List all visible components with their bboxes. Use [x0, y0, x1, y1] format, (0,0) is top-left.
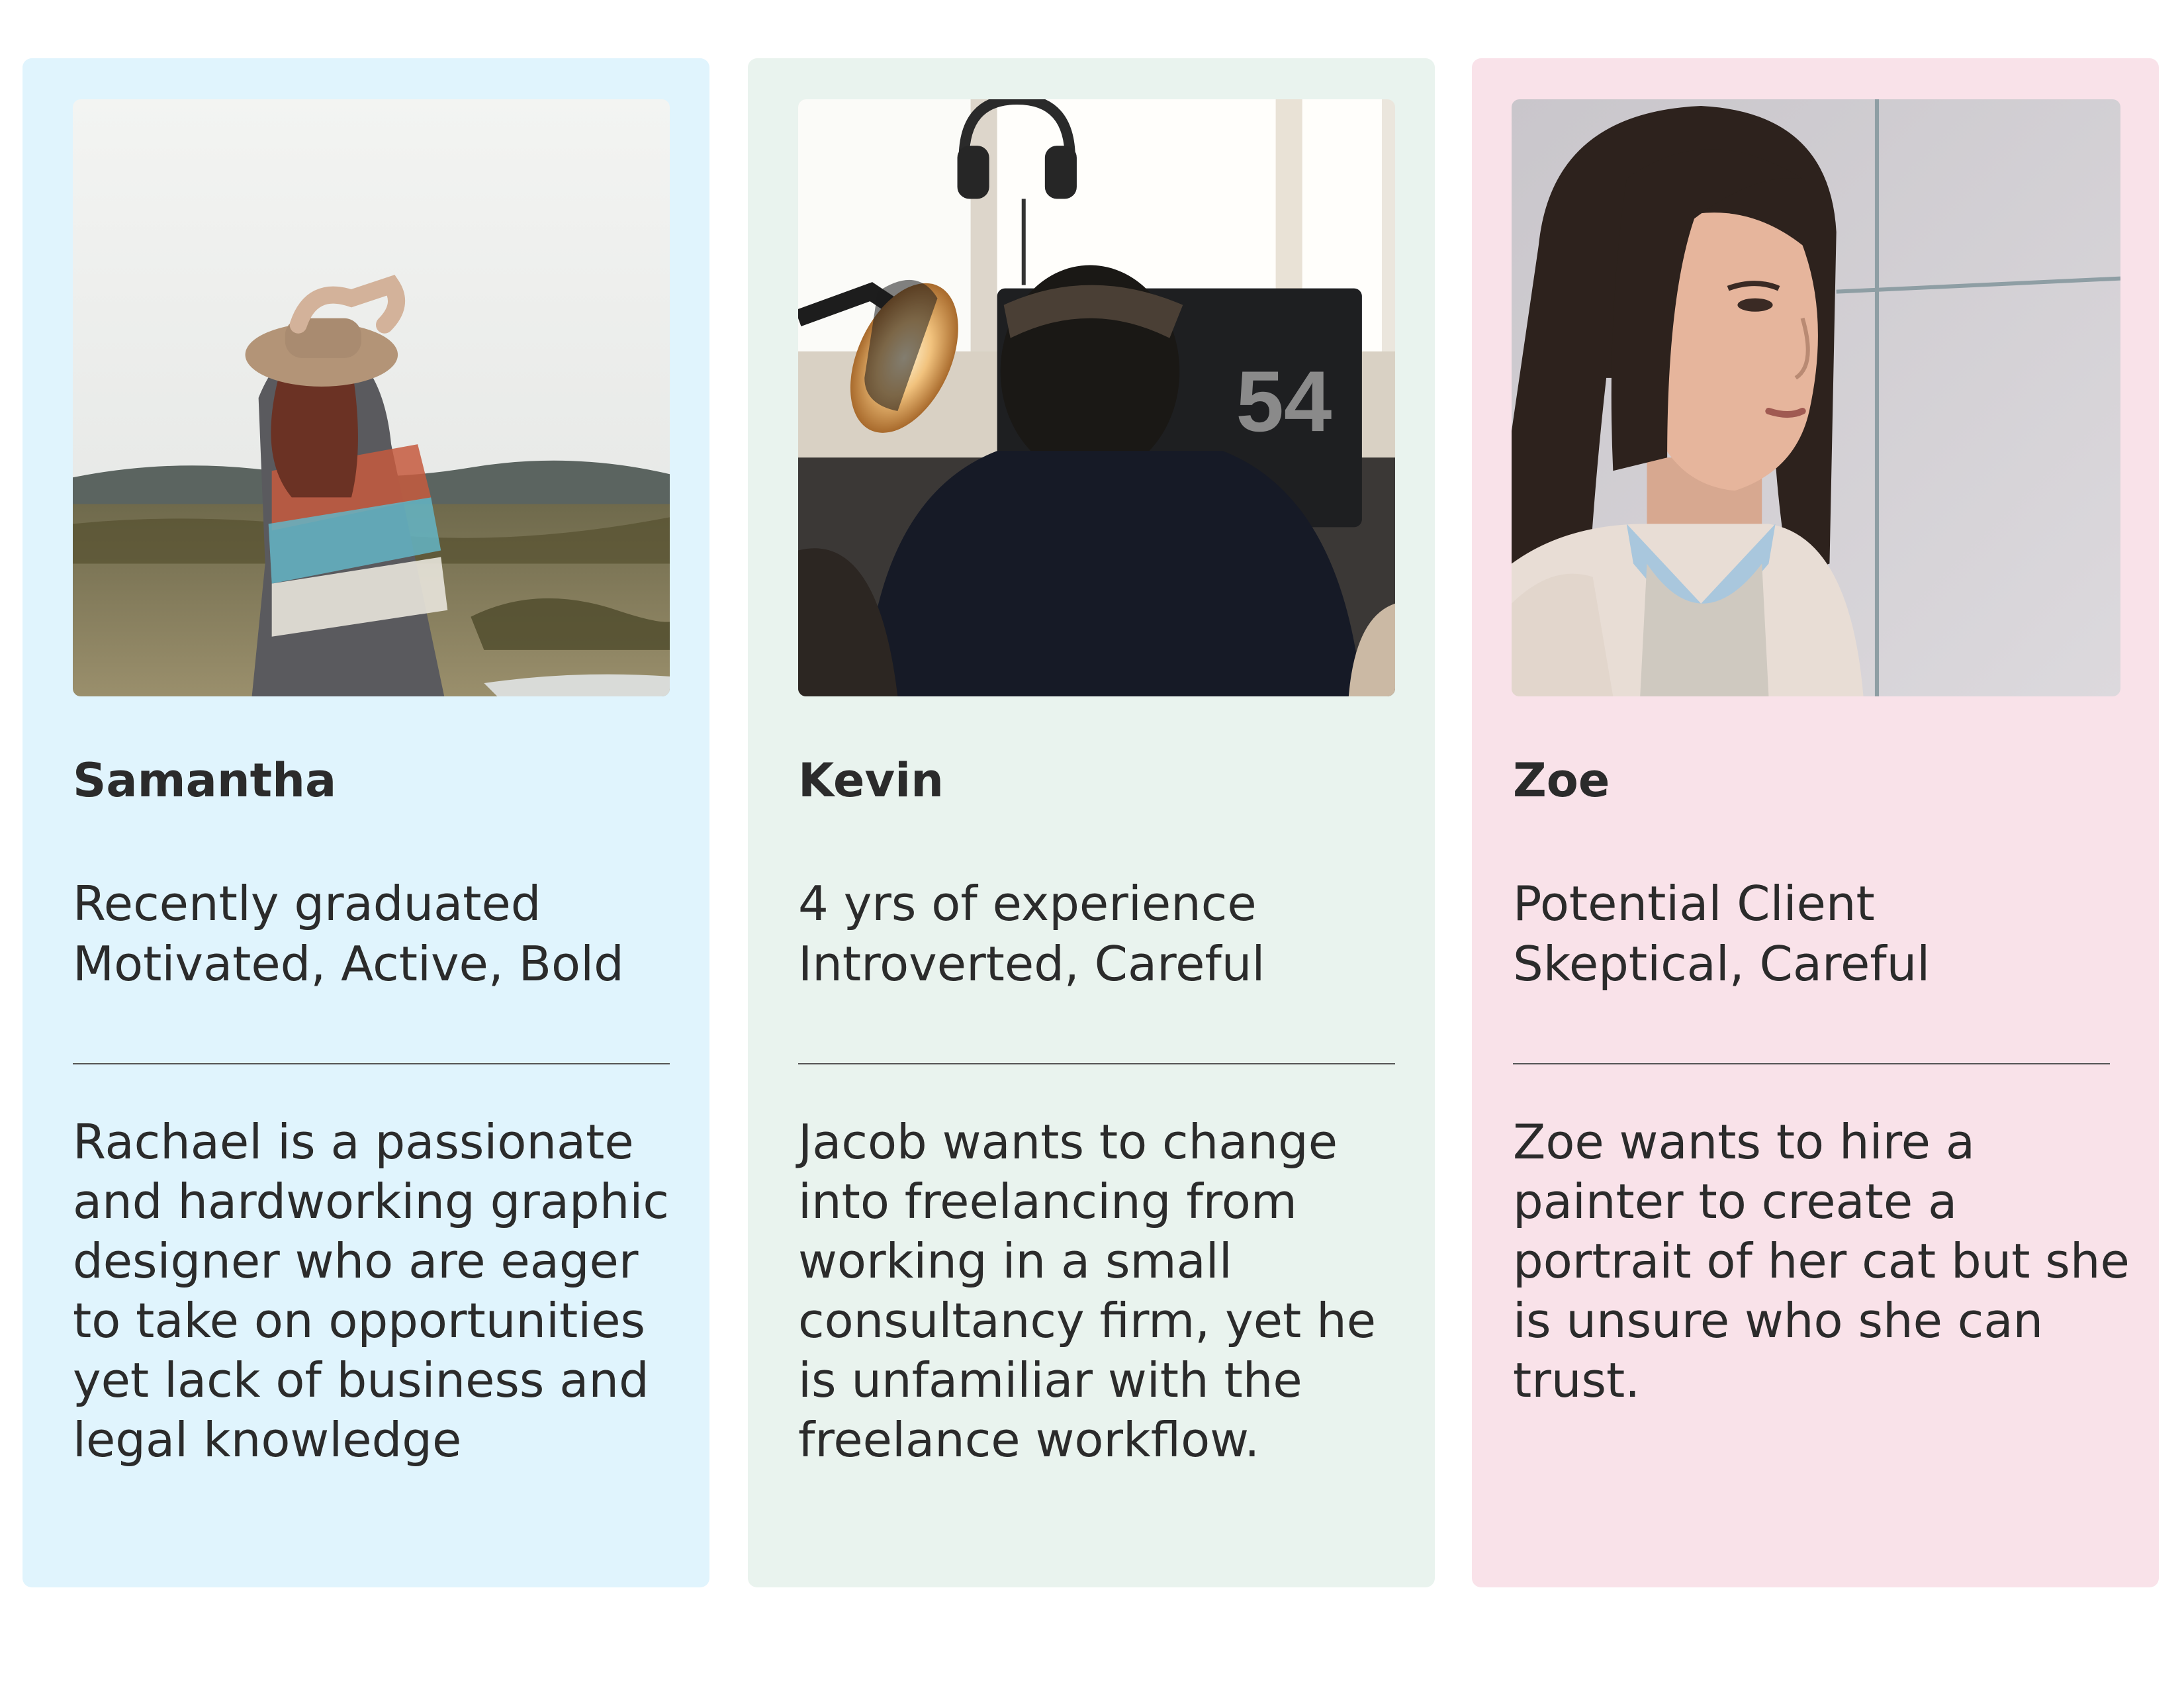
persona-meta-line: Motivated, Active, Bold — [73, 936, 624, 992]
woman-portrait-photo — [1512, 99, 2120, 696]
persona-meta: 4 yrs of experience Introverted, Careful — [798, 874, 1407, 994]
persona-name: Samantha — [73, 753, 337, 808]
monitor-number: 54 — [1236, 353, 1332, 449]
persona-meta-line: Introverted, Careful — [798, 936, 1265, 992]
persona-meta-line: Potential Client — [1513, 876, 1875, 931]
persona-meta-line: Recently graduated — [73, 876, 541, 931]
persona-bio: Jacob wants to change into freelancing f… — [798, 1114, 1377, 1468]
man-at-computer-photo: 54 — [798, 99, 1395, 696]
persona-bio: Zoe wants to hire a painter to create a … — [1513, 1114, 2130, 1408]
persona-meta: Potential Client Skeptical, Careful — [1513, 874, 2122, 994]
persona-name: Kevin — [798, 753, 944, 808]
persona-meta-line: Skeptical, Careful — [1513, 936, 1931, 992]
persona-photo-samantha — [73, 99, 670, 696]
divider — [798, 1063, 1395, 1064]
persona-name: Zoe — [1513, 753, 1610, 808]
persona-card-kevin: 54 Kevin 4 yrs of experience Introverted… — [748, 58, 1435, 1587]
persona-meta-line: 4 yrs of experience — [798, 876, 1257, 931]
divider — [1513, 1063, 2110, 1064]
persona-photo-kevin: 54 — [798, 99, 1395, 696]
persona-card-samantha: Samantha Recently graduated Motivated, A… — [23, 58, 709, 1587]
divider — [73, 1063, 670, 1064]
persona-photo-zoe — [1512, 99, 2120, 696]
persona-bio: Rachael is a passionate and hardworking … — [73, 1114, 669, 1468]
persona-meta: Recently graduated Motivated, Active, Bo… — [73, 874, 682, 994]
woman-in-field-photo — [73, 99, 670, 696]
persona-card-zoe: Zoe Potential Client Skeptical, Careful … — [1472, 58, 2159, 1587]
